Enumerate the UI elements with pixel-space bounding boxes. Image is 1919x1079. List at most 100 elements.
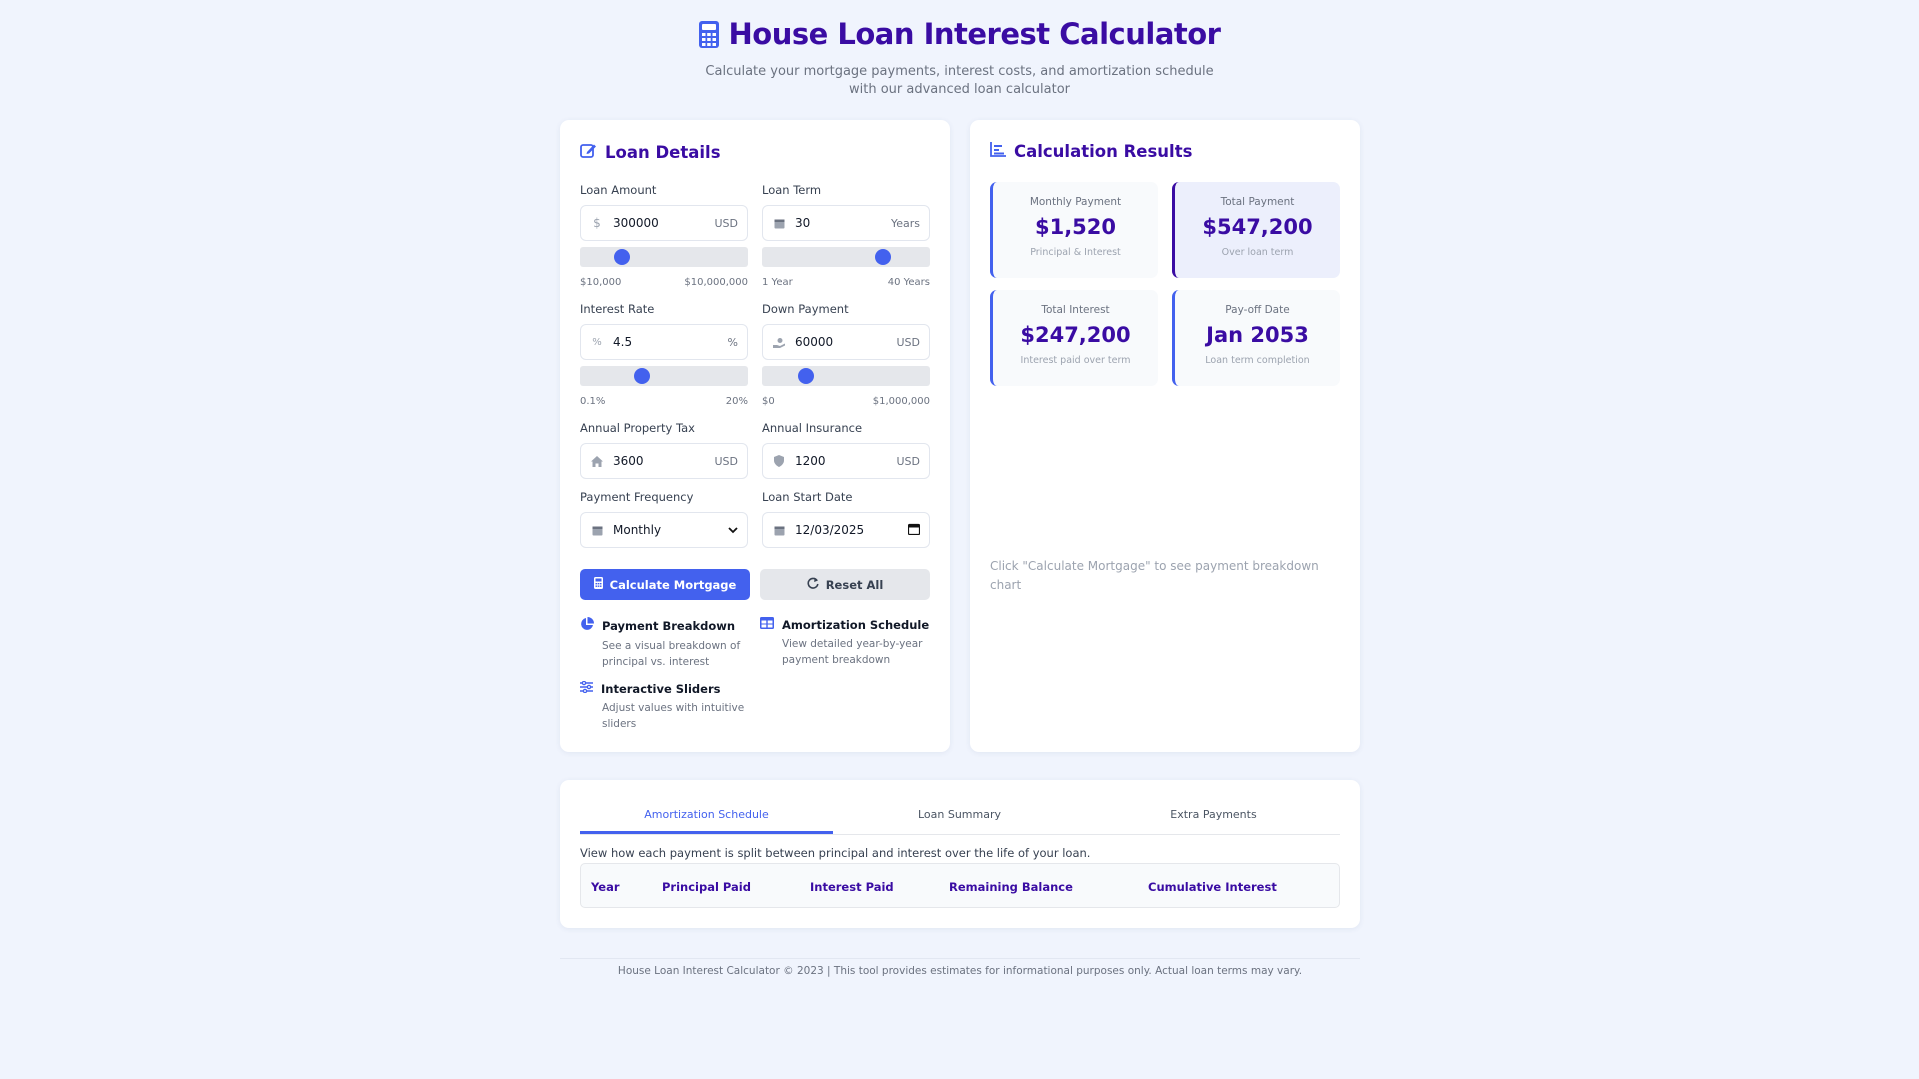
loan-term-range: 1 Year 40 Years (762, 277, 930, 288)
interest-rate-slider[interactable] (580, 366, 748, 386)
feature-amortization-schedule: Amortization Schedule View detailed year… (760, 617, 929, 668)
column-header-balance: Remaining Balance (949, 880, 1073, 894)
total-payment-label: Total Payment (1220, 196, 1295, 208)
total-interest-box: Total Interest $247,200 Interest paid ov… (990, 290, 1158, 386)
calculator-icon (698, 21, 719, 55)
column-header-cumulative: Cumulative Interest (1148, 880, 1277, 894)
down-payment-slider[interactable] (762, 366, 930, 386)
payoff-date-label: Pay-off Date (1225, 304, 1290, 316)
interest-rate-value: 4.5 (613, 335, 633, 349)
slider-thumb[interactable] (797, 368, 814, 384)
home-icon (590, 455, 604, 467)
percent-icon: % (592, 336, 602, 348)
calendar-icon (772, 525, 786, 536)
calculate-mortgage-button[interactable]: Calculate Mortgage (580, 569, 750, 600)
page-title: House Loan Interest Calculator (0, 17, 1919, 55)
interest-rate-unit: % (727, 335, 738, 349)
chevron-down-icon (728, 523, 738, 537)
slider-thumb[interactable] (874, 249, 891, 265)
payment-frequency-label: Payment Frequency (580, 490, 694, 504)
loan-amount-unit: USD (714, 216, 738, 230)
down-payment-input[interactable]: 60000 USD (762, 324, 930, 360)
loan-start-date-value: 12/03/2025 (795, 523, 865, 537)
loan-start-date-input[interactable]: 12/03/2025 (762, 512, 930, 548)
insurance-label: Annual Insurance (762, 421, 863, 435)
calendar-icon (772, 218, 786, 229)
insurance-unit: USD (896, 454, 920, 468)
payoff-date-box: Pay-off Date Jan 2053 Loan term completi… (1172, 290, 1340, 386)
reset-all-button[interactable]: Reset All (760, 569, 930, 600)
total-payment-value: $547,200 (1202, 215, 1313, 239)
insurance-input[interactable]: 1200 USD (762, 443, 930, 479)
loan-term-unit: Years (890, 216, 920, 230)
calculator-icon (593, 577, 603, 592)
payoff-date-sub: Loan term completion (1205, 355, 1310, 366)
loan-amount-range: $10,000 $10,000,000 (580, 277, 748, 288)
total-interest-label: Total Interest (1041, 304, 1110, 316)
loan-term-slider[interactable] (762, 247, 930, 267)
down-payment-label: Down Payment (762, 302, 849, 316)
results-heading: Calculation Results (990, 142, 1192, 161)
feature-interactive-sliders: Interactive Sliders Adjust values with i… (580, 680, 744, 732)
slider-thumb[interactable] (634, 368, 651, 384)
total-payment-sub: Over loan term (1221, 247, 1294, 258)
pie-chart-icon (580, 617, 594, 634)
loan-amount-label: Loan Amount (580, 183, 657, 197)
dollar-icon: $ (593, 216, 601, 230)
monthly-payment-box: Monthly Payment $1,520 Principal & Inter… (990, 182, 1158, 278)
interest-rate-range: 0.1% 20% (580, 396, 748, 407)
monthly-payment-value: $1,520 (1034, 215, 1117, 239)
results-card: Calculation Results Monthly Payment $1,5… (970, 120, 1360, 752)
loan-amount-value: 300000 (613, 216, 659, 230)
column-header-principal: Principal Paid (662, 880, 751, 894)
loan-details-card: Loan Details Loan Amount $ 300000 USD $1… (560, 120, 950, 752)
payoff-date-value: Jan 2053 (1206, 323, 1309, 347)
hand-money-icon (772, 337, 786, 348)
feature-payment-breakdown: Payment Breakdown See a visual breakdown… (580, 617, 740, 670)
tab-amortization-schedule[interactable]: Amortization Schedule (580, 808, 833, 834)
property-tax-label: Annual Property Tax (580, 421, 695, 435)
schedule-description: View how each payment is split between p… (580, 846, 1091, 860)
slider-thumb[interactable] (614, 249, 630, 265)
refresh-icon (807, 577, 819, 592)
loan-amount-input[interactable]: $ 300000 USD (580, 205, 748, 241)
down-payment-range: $0 $1,000,000 (762, 396, 930, 407)
tab-bar (580, 834, 1340, 835)
interest-rate-input[interactable]: % 4.5 % (580, 324, 748, 360)
loan-amount-slider[interactable] (580, 247, 748, 267)
schedule-card: Amortization Schedule Loan Summary Extra… (560, 780, 1360, 928)
table-icon (760, 617, 774, 632)
monthly-payment-sub: Principal & Interest (1030, 247, 1121, 258)
column-header-year: Year (591, 880, 620, 894)
loan-term-input[interactable]: 30 Years (762, 205, 930, 241)
property-tax-input[interactable]: 3600 USD (580, 443, 748, 479)
tab-extra-payments[interactable]: Extra Payments (1087, 808, 1340, 834)
footer: House Loan Interest Calculator © 2023 | … (560, 958, 1360, 977)
interest-rate-label: Interest Rate (580, 302, 655, 316)
chart-placeholder: Click "Calculate Mortgage" to see paymen… (990, 559, 1319, 592)
total-payment-box: Total Payment $547,200 Over loan term (1172, 182, 1340, 278)
loan-term-label: Loan Term (762, 183, 822, 197)
edit-icon (580, 142, 597, 163)
insurance-value: 1200 (795, 454, 826, 468)
column-header-interest: Interest Paid (810, 880, 894, 894)
page-subtitle: Calculate your mortgage payments, intere… (705, 64, 1214, 97)
bar-chart-icon (990, 142, 1006, 161)
calendar-icon (590, 525, 604, 536)
shield-icon (772, 455, 786, 467)
monthly-payment-label: Monthly Payment (1029, 196, 1122, 208)
tab-loan-summary[interactable]: Loan Summary (833, 808, 1086, 834)
payment-frequency-value: Monthly (613, 523, 662, 537)
sliders-icon (580, 680, 593, 696)
amortization-table: Year Principal Paid Interest Paid Remain… (580, 863, 1340, 908)
total-interest-sub: Interest paid over term (1020, 355, 1131, 366)
loan-details-heading: Loan Details (580, 142, 721, 163)
date-picker-icon[interactable] (907, 523, 921, 538)
loan-start-date-label: Loan Start Date (762, 490, 853, 504)
down-payment-value: 60000 (795, 335, 834, 349)
payment-frequency-select[interactable]: Monthly (580, 512, 748, 548)
total-interest-value: $247,200 (1020, 323, 1131, 347)
down-payment-unit: USD (896, 335, 920, 349)
property-tax-value: 3600 (613, 454, 644, 468)
property-tax-unit: USD (714, 454, 738, 468)
